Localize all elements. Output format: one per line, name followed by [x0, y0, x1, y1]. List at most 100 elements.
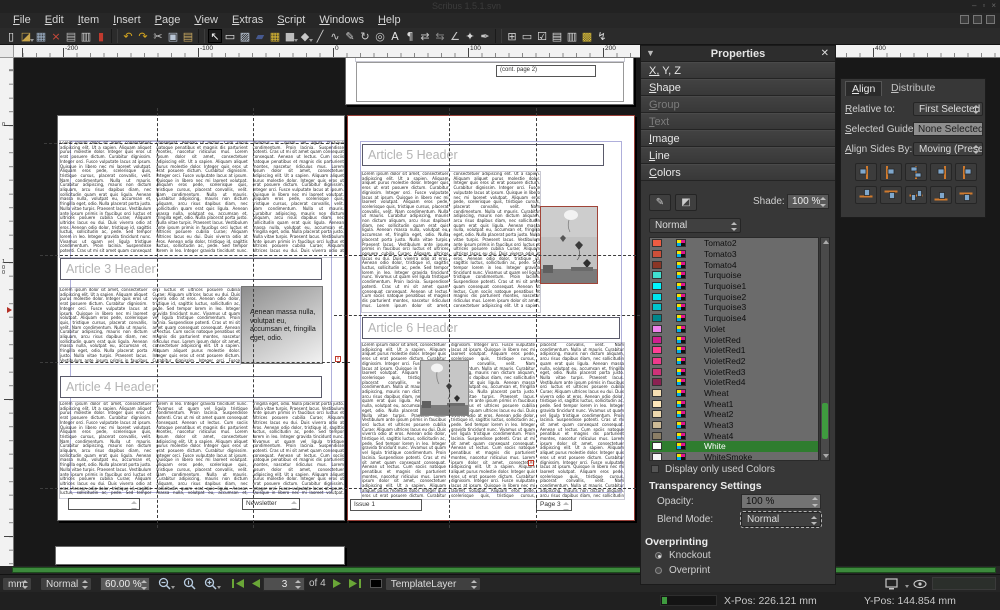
- align-bottom-out-button[interactable]: [955, 186, 977, 204]
- redo-icon[interactable]: ↷: [136, 29, 150, 43]
- insert-line-icon[interactable]: ╱: [313, 29, 327, 43]
- align-right-button[interactable]: [930, 163, 952, 181]
- next-page-icon[interactable]: [332, 578, 344, 589]
- pdf-text-annotation-icon[interactable]: ▩: [580, 29, 594, 43]
- section-image[interactable]: Image: [641, 130, 835, 147]
- insert-image-frame-icon[interactable]: ▨: [238, 29, 252, 43]
- undo-icon[interactable]: ↶: [121, 29, 135, 43]
- footer-page-field[interactable]: Page 3: [536, 499, 572, 511]
- horizontal-guide[interactable]: [40, 255, 636, 256]
- vertical-guide[interactable]: [157, 108, 158, 528]
- first-page-icon[interactable]: [231, 578, 245, 589]
- zoom-in-icon[interactable]: [204, 577, 217, 590]
- pdf-text-field-icon[interactable]: ▭: [520, 29, 534, 43]
- window-maximize-button[interactable]: ▫: [982, 1, 985, 11]
- color-item-tomato4[interactable]: Tomato4: [650, 259, 818, 270]
- previous-page-icon[interactable]: [249, 578, 261, 589]
- page-2[interactable]: Lorem ipsum dolor sit amet, consectetuer…: [57, 115, 345, 521]
- horizontal-guide[interactable]: [334, 315, 640, 316]
- unit-combo[interactable]: mm: [2, 577, 32, 591]
- measurements-icon[interactable]: ∠: [448, 29, 462, 43]
- insert-shape-icon[interactable]: ■: [283, 29, 297, 43]
- story-frame[interactable]: Lorem ipsum dolor sit amet, consectetuer…: [60, 141, 344, 257]
- mdi-close-button[interactable]: [986, 15, 995, 24]
- knockout-radio[interactable]: [655, 552, 662, 559]
- color-item-white[interactable]: White: [650, 441, 818, 452]
- menu-windows[interactable]: Windows: [312, 13, 371, 28]
- insert-polygon-icon[interactable]: ◆: [298, 29, 312, 43]
- preview-mode-caret-icon[interactable]: [905, 585, 909, 588]
- zoom-out-icon[interactable]: [158, 577, 171, 590]
- cut-icon[interactable]: ✂: [151, 29, 165, 43]
- align-sides-by-combo[interactable]: Moving (Prese: [913, 142, 983, 156]
- menu-insert[interactable]: Insert: [106, 13, 148, 28]
- print-document-icon[interactable]: ▤: [64, 29, 78, 43]
- mdi-restore-button[interactable]: [973, 15, 982, 24]
- copy-icon[interactable]: ▣: [166, 29, 180, 43]
- pdf-push-button-icon[interactable]: ⊞: [505, 29, 519, 43]
- horizontal-guide[interactable]: [44, 143, 344, 144]
- align-top-button[interactable]: [880, 186, 902, 204]
- close-document-icon[interactable]: ×: [49, 29, 63, 43]
- color-item-violetred1[interactable]: VioletRed1: [650, 345, 818, 356]
- export-pdf-icon[interactable]: ▮: [94, 29, 108, 43]
- zoom-100-icon[interactable]: [183, 577, 196, 590]
- horizontal-ruler[interactable]: -200-1000100200400: [14, 45, 1000, 58]
- story-frame[interactable]: Lorem ipsum dolor sit amet, consectetuer…: [362, 172, 540, 312]
- insert-table-icon[interactable]: ▦: [268, 29, 282, 43]
- scroll-down-icon[interactable]: [823, 454, 829, 458]
- article-3-header-frame[interactable]: Article 3 Header: [60, 258, 322, 280]
- footer-field-empty[interactable]: [68, 498, 140, 510]
- zoom-out-caret-icon[interactable]: [171, 586, 175, 589]
- window-close-button[interactable]: ×: [991, 1, 996, 11]
- pdf-combo-box-icon[interactable]: ▤: [550, 29, 564, 43]
- insert-bezier-curve-icon[interactable]: ∿: [328, 29, 342, 43]
- edit-fill-color-button[interactable]: ◩: [675, 194, 697, 211]
- align-center-horizontal-axis-button[interactable]: [905, 186, 927, 204]
- vertical-ruler[interactable]: 0100: [0, 58, 14, 566]
- color-scheme-field[interactable]: [932, 577, 996, 590]
- select-item-icon[interactable]: ↖: [208, 29, 222, 43]
- spinner-icon[interactable]: [562, 501, 570, 511]
- insert-freehand-line-icon[interactable]: ✎: [343, 29, 357, 43]
- new-document-icon[interactable]: ▯: [4, 29, 18, 43]
- color-item-turquoise3[interactable]: Turquoise3: [650, 302, 818, 313]
- vertical-guide[interactable]: [253, 108, 254, 528]
- page-previous-fragment[interactable]: Lorem ipsum dolor sit amet, consectetuer…: [345, 58, 634, 105]
- pdf-list-box-icon[interactable]: ▥: [565, 29, 579, 43]
- relative-to-combo[interactable]: First Selected: [913, 102, 983, 116]
- story-frame[interactable]: Lorem ipsum dolor sit amet, consectetuer…: [362, 343, 624, 499]
- prev-page-text[interactable]: Lorem ipsum dolor sit amet, consectetuer…: [356, 58, 624, 61]
- align-left-out-button[interactable]: [855, 163, 877, 181]
- scrollbar-thumb[interactable]: [12, 567, 996, 573]
- insert-text-frame-icon[interactable]: ▭: [223, 29, 237, 43]
- color-list-scrollbar[interactable]: [820, 237, 830, 461]
- window-minimize-button[interactable]: –: [972, 1, 976, 11]
- tab-align[interactable]: Align: [845, 81, 882, 96]
- color-item-tomato3[interactable]: Tomato3: [650, 249, 818, 260]
- insert-render-frame-icon[interactable]: ▰: [253, 29, 267, 43]
- fill-rule-combo[interactable]: Normal: [649, 218, 741, 233]
- color-item-violetred4[interactable]: VioletRed4: [650, 377, 818, 388]
- menu-item[interactable]: Item: [71, 13, 106, 28]
- selected-guide-field[interactable]: None Selected: [913, 122, 983, 136]
- rotate-item-icon[interactable]: ↻: [358, 29, 372, 43]
- color-item-turquoise2[interactable]: Turquoise2: [650, 291, 818, 302]
- color-list[interactable]: Tomato2Tomato3Tomato4TurquoiseTurquoise1…: [649, 237, 819, 461]
- opacity-spinbox[interactable]: 100 %: [741, 494, 821, 509]
- article-6-header-frame[interactable]: Article 6 Header: [362, 317, 620, 339]
- color-item-wheat3[interactable]: Wheat3: [650, 420, 818, 431]
- scroll-up-icon[interactable]: [823, 240, 829, 244]
- color-item-wheat2[interactable]: Wheat2: [650, 409, 818, 420]
- align-right-out-button[interactable]: [955, 163, 977, 181]
- align-bottom-button[interactable]: [930, 186, 952, 204]
- vertical-guide[interactable]: [449, 108, 450, 528]
- color-item-wheat[interactable]: Wheat: [650, 388, 818, 399]
- close-icon[interactable]: ✕: [821, 48, 829, 59]
- spinner-icon[interactable]: [290, 500, 298, 510]
- page-3-current[interactable]: Article 5 Header Lorem ipsum dolor sit a…: [347, 115, 635, 521]
- article-4-header-frame[interactable]: Article 4 Header: [60, 376, 322, 398]
- footer-newsletter-field[interactable]: Newsletter: [242, 498, 300, 510]
- color-item-violetred[interactable]: VioletRed: [650, 334, 818, 345]
- color-item-violetred3[interactable]: VioletRed3: [650, 366, 818, 377]
